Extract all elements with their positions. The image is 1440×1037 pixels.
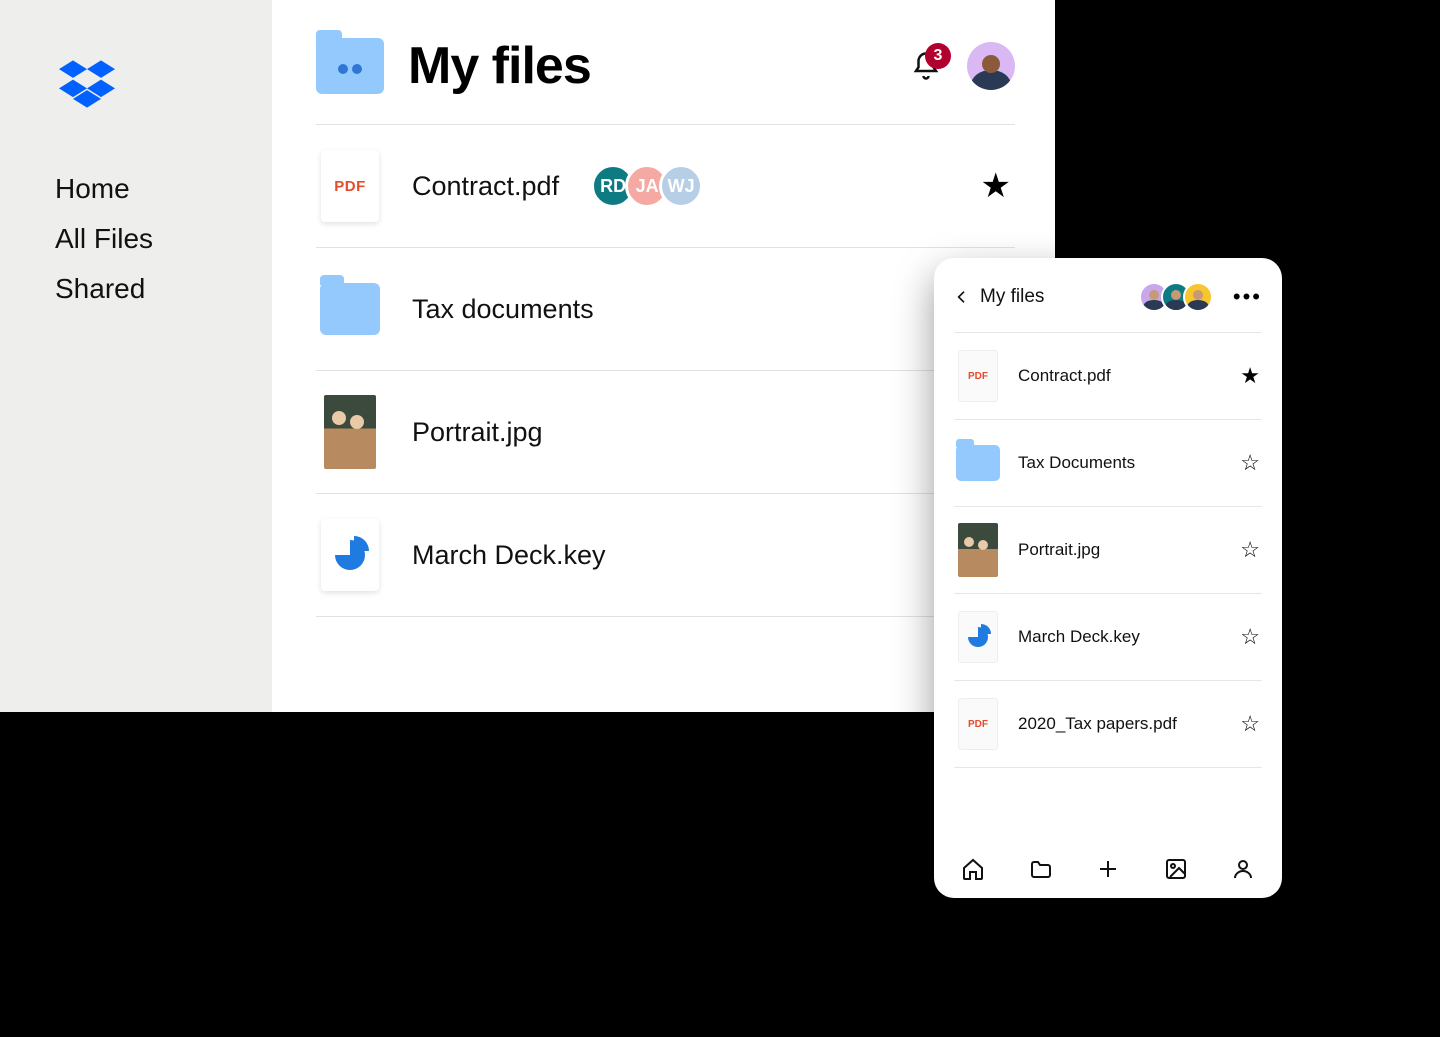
folder-icon	[320, 283, 380, 335]
sidebar-item-home[interactable]: Home	[55, 173, 272, 205]
star-button[interactable]: ☆	[1240, 450, 1260, 476]
file-name: Portrait.jpg	[412, 417, 543, 448]
file-row[interactable]: March Deck.key	[316, 494, 1015, 617]
file-list: PDF Contract.pdf RD JA WJ ★ Tax document…	[316, 124, 1015, 617]
keynote-icon	[321, 519, 379, 591]
mobile-title: My files	[980, 286, 1044, 308]
file-name: Contract.pdf	[1018, 366, 1111, 386]
user-avatar[interactable]	[967, 42, 1015, 90]
star-button[interactable]: ☆	[1240, 537, 1260, 563]
image-thumbnail	[958, 523, 998, 577]
pdf-icon: PDF	[958, 698, 998, 750]
tab-files-icon[interactable]	[1028, 856, 1054, 882]
mobile-file-list: PDF Contract.pdf ★ Tax Documents ☆ Portr…	[954, 332, 1262, 840]
star-button[interactable]: ★	[1240, 363, 1260, 389]
image-thumbnail	[324, 395, 376, 469]
tab-photos-icon[interactable]	[1163, 856, 1189, 882]
star-button[interactable]: ☆	[1240, 711, 1260, 737]
more-icon[interactable]: •••	[1233, 284, 1262, 310]
sidebar-item-shared[interactable]: Shared	[55, 273, 272, 305]
tab-add-icon[interactable]	[1095, 856, 1121, 882]
mobile-tabbar	[954, 840, 1262, 886]
desktop-window: Home All Files Shared My files 3	[0, 0, 1055, 712]
tab-home-icon[interactable]	[960, 856, 986, 882]
shared-avatars[interactable]: RD JA WJ	[591, 164, 703, 208]
file-row[interactable]: PDF 2020_Tax papers.pdf ☆	[954, 681, 1262, 768]
dropbox-logo-icon[interactable]	[59, 60, 272, 113]
file-row[interactable]: Portrait.jpg	[316, 371, 1015, 494]
shared-avatar[interactable]: WJ	[659, 164, 703, 208]
mobile-header: My files •••	[954, 282, 1262, 332]
pdf-icon: PDF	[321, 150, 379, 222]
file-name: 2020_Tax papers.pdf	[1018, 714, 1177, 734]
file-row[interactable]: Tax documents	[316, 248, 1015, 371]
file-row[interactable]: PDF Contract.pdf ★	[954, 332, 1262, 420]
file-row[interactable]: Portrait.jpg ☆	[954, 507, 1262, 594]
keynote-icon	[958, 611, 998, 663]
file-name: March Deck.key	[412, 540, 606, 571]
page-title: My files	[408, 36, 591, 96]
menu-icon[interactable]	[857, 60, 885, 73]
file-row[interactable]: PDF Contract.pdf RD JA WJ ★	[316, 125, 1015, 248]
page-header: My files 3	[316, 36, 1015, 96]
tab-account-icon[interactable]	[1230, 856, 1256, 882]
star-button[interactable]: ★	[981, 166, 1011, 206]
sidebar-item-all-files[interactable]: All Files	[55, 223, 272, 255]
notification-badge: 3	[925, 43, 951, 69]
mobile-card: My files ••• PDF Contract.pdf ★ Tax Docu…	[934, 258, 1282, 898]
notifications-button[interactable]: 3	[911, 51, 941, 81]
shared-folder-icon	[316, 38, 384, 94]
file-name: March Deck.key	[1018, 627, 1140, 647]
file-name: Contract.pdf	[412, 171, 559, 202]
star-button[interactable]: ☆	[1240, 624, 1260, 650]
file-row[interactable]: March Deck.key ☆	[954, 594, 1262, 681]
file-name: Tax documents	[412, 294, 594, 325]
file-row[interactable]: Tax Documents ☆	[954, 420, 1262, 507]
mobile-shared-avatars[interactable]	[1139, 282, 1213, 312]
sidebar: Home All Files Shared	[0, 0, 272, 712]
file-name: Tax Documents	[1018, 453, 1135, 473]
file-name: Portrait.jpg	[1018, 540, 1100, 560]
back-icon[interactable]	[954, 289, 970, 305]
pdf-icon: PDF	[958, 350, 998, 402]
folder-icon	[956, 445, 1000, 481]
avatar[interactable]	[1183, 282, 1213, 312]
